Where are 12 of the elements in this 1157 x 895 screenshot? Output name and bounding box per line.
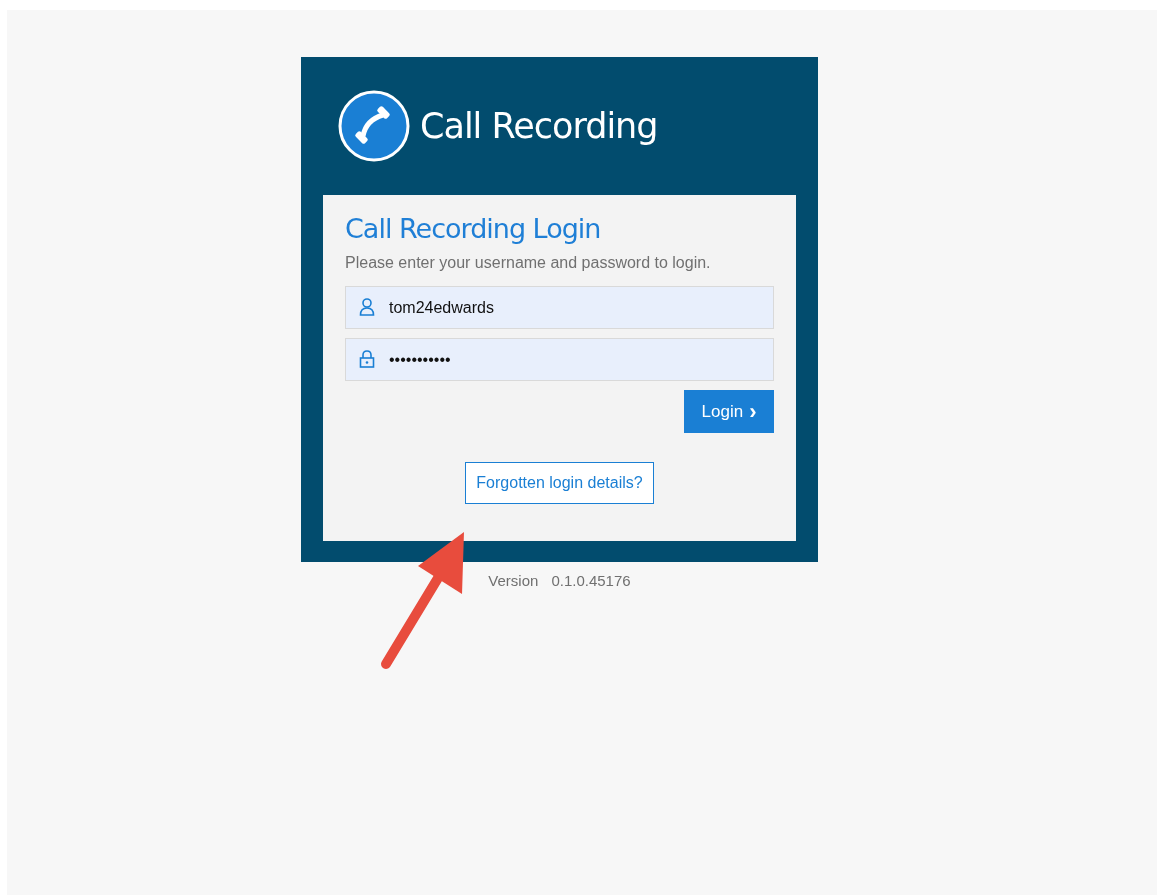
version-number: 0.1.0.45176 — [551, 572, 631, 589]
login-button[interactable]: Login › — [684, 390, 774, 433]
login-heading: Call Recording Login — [345, 213, 602, 244]
instructions-text: Please enter your username and password to login. — [345, 254, 712, 272]
phone-logo-icon — [338, 90, 410, 162]
username-field[interactable]: tom24edwards — [345, 286, 774, 329]
version-label: Version — [488, 572, 539, 589]
password-field[interactable]: ••••••••••• — [345, 338, 774, 381]
app-title: Call Recording — [420, 106, 658, 146]
lock-icon — [359, 350, 375, 368]
person-icon — [359, 298, 375, 316]
forgot-login-link[interactable]: Forgotten login details? — [465, 462, 654, 504]
